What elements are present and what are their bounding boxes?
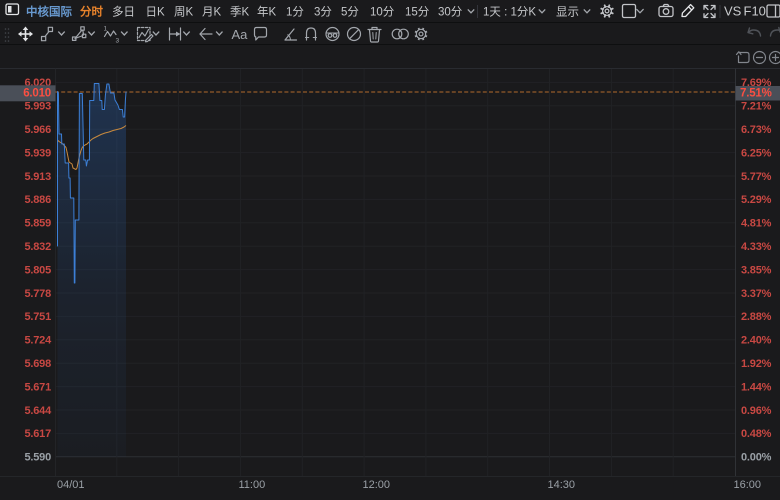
svg-text:VS: VS [724,4,742,19]
svg-text:10分: 10分 [370,6,395,19]
svg-text:0.00%: 0.00% [741,452,772,464]
svg-text:15分: 15分 [405,6,430,19]
svg-text:14:30: 14:30 [548,479,576,491]
svg-text:6.25%: 6.25% [741,147,772,159]
svg-text:5.751: 5.751 [24,311,51,323]
svg-text:5.671: 5.671 [24,381,51,393]
svg-text:16:00: 16:00 [734,479,762,491]
svg-text:5.859: 5.859 [24,218,51,230]
svg-text:2.40%: 2.40% [741,335,772,347]
svg-text:3.85%: 3.85% [741,264,772,276]
svg-text:5.913: 5.913 [24,171,51,183]
svg-text:12:00: 12:00 [363,479,391,491]
svg-text:5.886: 5.886 [24,194,51,206]
svg-text:5.617: 5.617 [24,428,51,440]
svg-text:7.21%: 7.21% [741,101,772,113]
svg-text:5.724: 5.724 [24,335,52,347]
svg-text:月K: 月K [202,7,221,19]
svg-text:30分: 30分 [438,6,463,19]
svg-text:中核国际: 中核国际 [26,5,72,19]
svg-text:5.966: 5.966 [24,124,51,136]
svg-text:1天 : 1分K: 1天 : 1分K [483,6,536,19]
svg-text:11:00: 11:00 [239,479,266,491]
svg-text:日K: 日K [146,7,165,19]
svg-text:分时: 分时 [80,5,103,19]
svg-text:6.010: 6.010 [23,87,51,99]
svg-text:0.96%: 0.96% [741,405,772,417]
svg-text:季K: 季K [230,6,249,19]
svg-text:1: 1 [104,26,108,33]
svg-text:0.48%: 0.48% [741,428,772,440]
svg-text:5.590: 5.590 [24,452,51,464]
svg-text:7.51%: 7.51% [740,87,772,99]
svg-text:5.939: 5.939 [24,147,51,159]
svg-text:04/01: 04/01 [57,479,85,491]
svg-text:5.644: 5.644 [24,405,52,417]
svg-text:周K: 周K [174,6,193,19]
svg-text:5.832: 5.832 [24,241,51,253]
svg-text:多日: 多日 [112,5,135,19]
svg-text:5分: 5分 [341,6,359,19]
svg-text:年K: 年K [257,5,276,19]
svg-text:4.33%: 4.33% [741,241,772,253]
svg-text:5.778: 5.778 [24,288,51,300]
svg-text:2.88%: 2.88% [741,311,772,323]
svg-text:6.73%: 6.73% [741,124,772,136]
svg-text:1.44%: 1.44% [741,381,772,393]
svg-text:3: 3 [116,38,120,45]
svg-text:1分: 1分 [286,6,304,19]
svg-text:5.805: 5.805 [24,264,51,276]
svg-text:显示: 显示 [556,6,579,19]
svg-text:3.37%: 3.37% [741,288,772,300]
svg-text:5.29%: 5.29% [741,194,772,206]
svg-text:3分: 3分 [314,6,332,19]
svg-text:1.92%: 1.92% [741,358,772,370]
svg-text:4.81%: 4.81% [741,218,772,230]
svg-text:5.993: 5.993 [24,101,51,113]
svg-text:5.698: 5.698 [24,358,51,370]
svg-text:F10: F10 [744,4,766,19]
svg-text:Aa: Aa [232,27,249,42]
svg-text:5.77%: 5.77% [741,171,772,183]
